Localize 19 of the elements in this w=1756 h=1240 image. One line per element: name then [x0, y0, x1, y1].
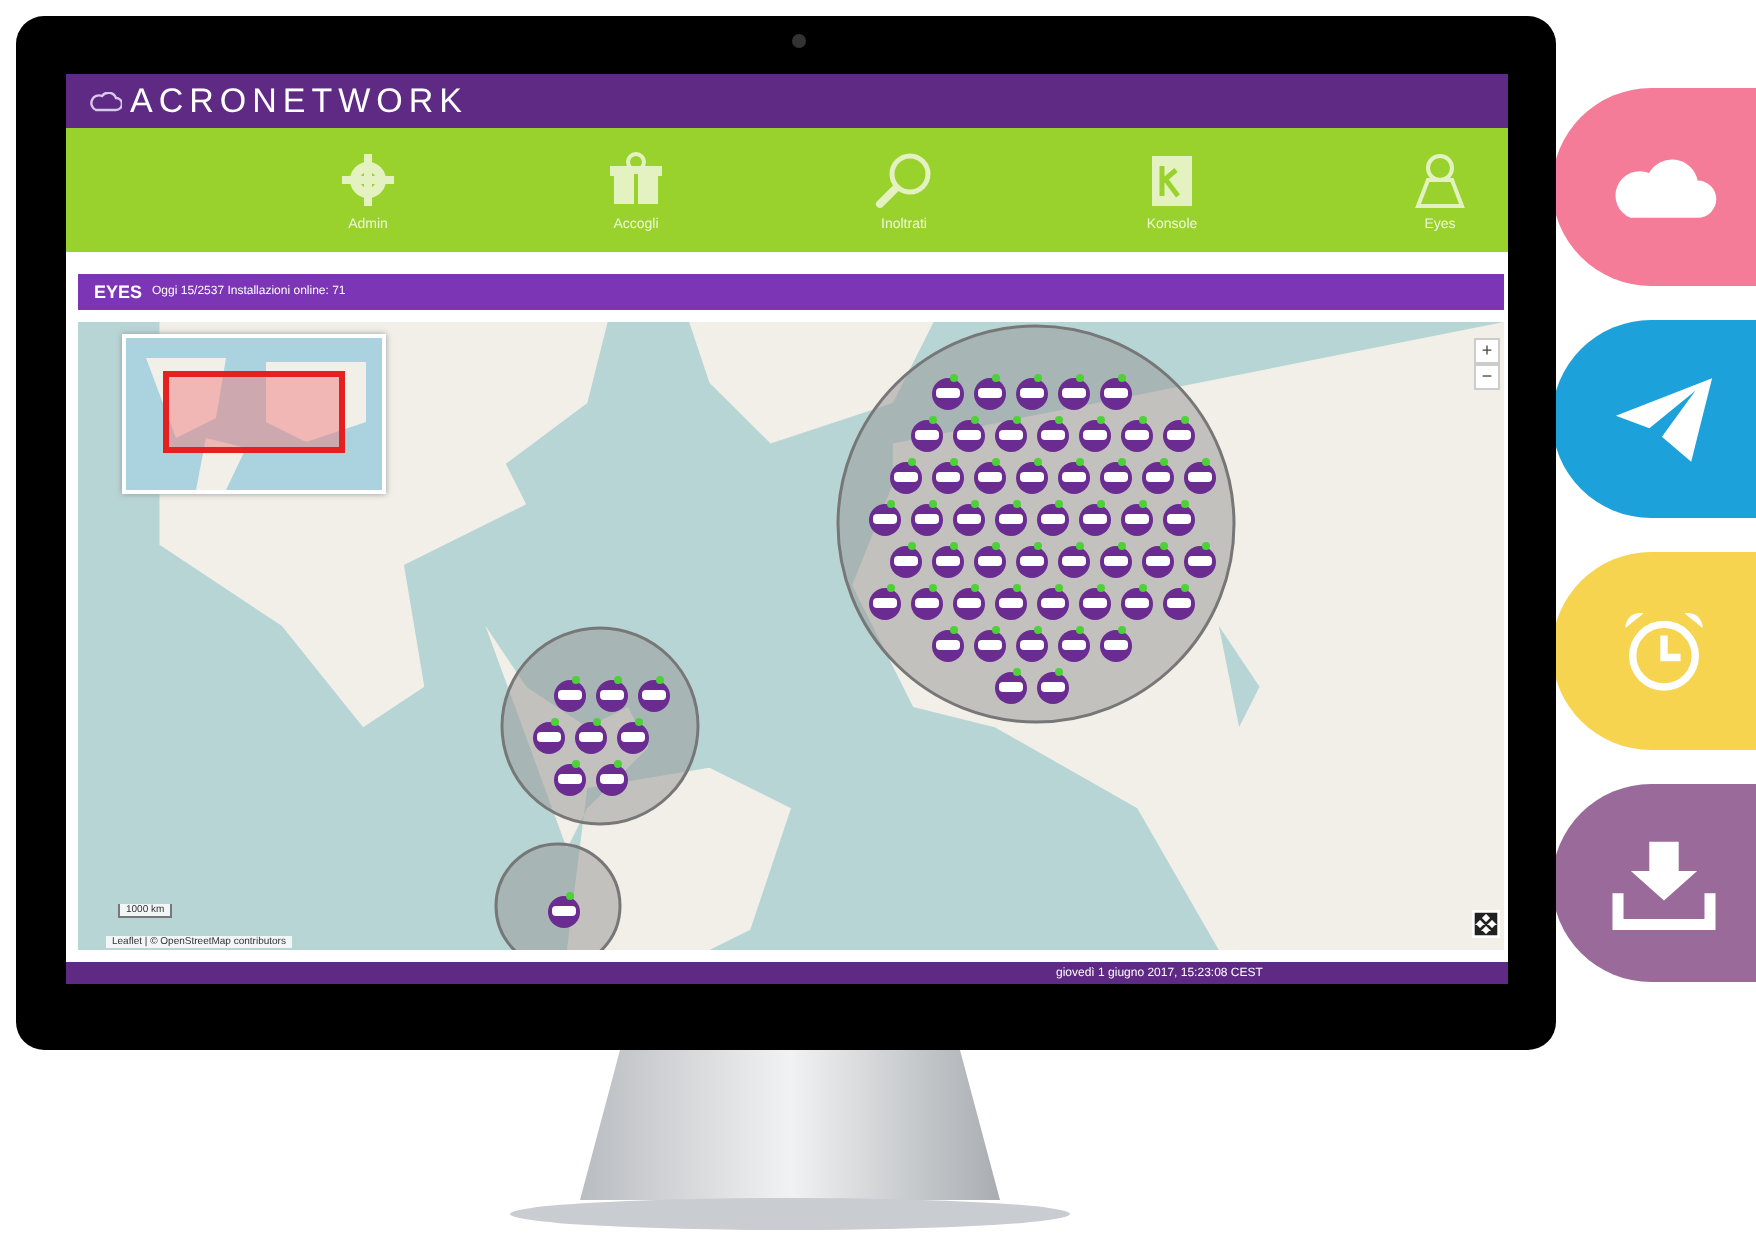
camera-icon — [792, 34, 806, 48]
zoom-out-button[interactable]: − — [1474, 364, 1500, 390]
fullscreen-icon — [1474, 912, 1498, 936]
zoom-in-button[interactable]: + — [1474, 338, 1500, 364]
cloud-icon — [90, 91, 122, 111]
marker-cluster-drawing[interactable] — [500, 626, 700, 826]
side-button[interactable] — [1552, 88, 1756, 286]
app-title: ACRONETWORK — [130, 81, 468, 121]
person-icon — [1410, 149, 1470, 209]
fullscreen-button[interactable] — [1472, 910, 1500, 938]
gear-icon — [338, 149, 398, 209]
download-icon — [1608, 837, 1720, 929]
side-button[interactable] — [1552, 320, 1756, 518]
search-icon — [874, 149, 934, 209]
side-button[interactable] — [1552, 784, 1756, 982]
panel-title: EYES — [94, 282, 143, 302]
marker-cluster-drawing[interactable] — [836, 324, 1236, 724]
box-icon — [606, 149, 666, 209]
marker-cluster-drawing[interactable] — [494, 842, 622, 950]
